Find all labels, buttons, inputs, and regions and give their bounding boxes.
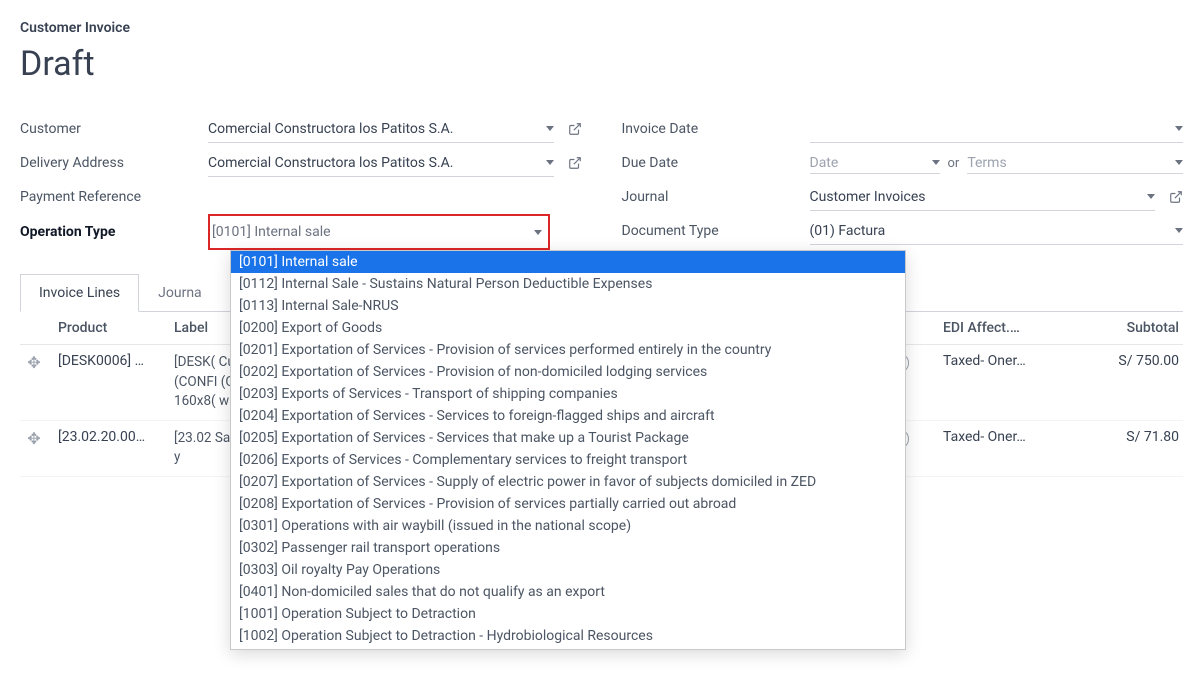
dropdown-option[interactable]: [0303] Oil royalty Pay Operations <box>231 559 905 581</box>
dropdown-option[interactable]: [0101] Internal sale <box>231 251 905 273</box>
cell-product[interactable]: [DESK0006] … <box>58 353 168 369</box>
cell-edi[interactable]: Taxed- Oner… <box>943 353 1063 369</box>
due-date-label: Due Date <box>622 155 802 171</box>
operation-type-value: [0101] Internal sale <box>212 224 524 240</box>
journal-label: Journal <box>622 189 802 205</box>
dropdown-option[interactable]: [0401] Non-domiciled sales that do not q… <box>231 581 905 603</box>
breadcrumb: Customer Invoice <box>20 20 1183 36</box>
customer-field[interactable]: Comercial Constructora los Patitos S.A. <box>208 115 554 143</box>
dropdown-option[interactable]: [0112] Internal Sale - Sustains Natural … <box>231 273 905 295</box>
tab-journal-items[interactable]: Journa <box>139 274 221 312</box>
th-product: Product <box>58 320 168 336</box>
th-subtotal: Subtotal <box>1069 320 1179 336</box>
due-date-date-placeholder: Date <box>810 155 928 171</box>
dropdown-option[interactable]: [0302] Passenger rail transport operatio… <box>231 537 905 559</box>
operation-type-field[interactable]: [0101] Internal sale <box>212 218 542 246</box>
document-type-field[interactable]: (01) Factura <box>810 217 1184 245</box>
dropdown-option[interactable]: [0202] Exportation of Services - Provisi… <box>231 361 905 383</box>
dropdown-option[interactable]: [0205] Exportation of Services - Service… <box>231 427 905 449</box>
delivery-address-label: Delivery Address <box>20 155 200 171</box>
chevron-down-icon[interactable] <box>546 126 554 131</box>
chevron-down-icon[interactable] <box>546 160 554 165</box>
cell-subtotal: S/ 750.00 <box>1069 353 1179 369</box>
invoice-date-label: Invoice Date <box>622 121 802 137</box>
customer-value: Comercial Constructora los Patitos S.A. <box>208 121 536 137</box>
cell-subtotal: S/ 71.80 <box>1069 429 1179 445</box>
dropdown-option[interactable]: [0206] Exports of Services - Complementa… <box>231 449 905 471</box>
payment-reference-field[interactable] <box>208 183 582 211</box>
tab-invoice-lines[interactable]: Invoice Lines <box>20 274 139 312</box>
operation-type-dropdown[interactable]: [0101] Internal sale[0112] Internal Sale… <box>230 250 906 650</box>
chevron-down-icon[interactable] <box>1175 228 1183 233</box>
invoice-date-field[interactable] <box>810 115 1184 143</box>
journal-field[interactable]: Customer Invoices <box>810 183 1156 211</box>
drag-handle-icon[interactable]: ✥ <box>24 429 44 448</box>
chevron-down-icon[interactable] <box>1175 160 1183 165</box>
dropdown-option[interactable]: [1001] Operation Subject to Detraction <box>231 603 905 625</box>
operation-type-label: Operation Type <box>20 224 200 240</box>
document-type-label: Document Type <box>622 223 802 239</box>
cell-edi[interactable]: Taxed- Oner… <box>943 429 1063 445</box>
external-link-icon[interactable] <box>568 122 582 136</box>
external-link-icon[interactable] <box>568 156 582 170</box>
dropdown-option[interactable]: [0113] Internal Sale-NRUS <box>231 295 905 317</box>
delivery-address-field[interactable]: Comercial Constructora los Patitos S.A. <box>208 149 554 177</box>
journal-value: Customer Invoices <box>810 189 1138 205</box>
dropdown-option[interactable]: [0201] Exportation of Services - Provisi… <box>231 339 905 361</box>
chevron-down-icon[interactable] <box>1175 126 1183 131</box>
external-link-icon[interactable] <box>1169 190 1183 204</box>
due-date-terms-field[interactable]: Terms <box>967 153 1183 174</box>
chevron-down-icon[interactable] <box>932 160 940 165</box>
due-date-or: or <box>948 156 960 171</box>
chevron-down-icon[interactable] <box>1147 194 1155 199</box>
dropdown-option[interactable]: [0208] Exportation of Services - Provisi… <box>231 493 905 515</box>
th-edi: EDI Affect.… <box>943 320 1063 336</box>
payment-reference-label: Payment Reference <box>20 189 200 205</box>
document-type-value: (01) Factura <box>810 223 1166 239</box>
due-date-terms-placeholder: Terms <box>967 155 1171 171</box>
delivery-address-value: Comercial Constructora los Patitos S.A. <box>208 155 536 171</box>
dropdown-option[interactable]: [0203] Exports of Services - Transport o… <box>231 383 905 405</box>
dropdown-option[interactable]: [0200] Export of Goods <box>231 317 905 339</box>
chevron-down-icon[interactable] <box>534 230 542 235</box>
dropdown-option[interactable]: [0204] Exportation of Services - Service… <box>231 405 905 427</box>
due-date-date-field[interactable]: Date <box>810 153 940 174</box>
page-title: Draft <box>20 44 1183 84</box>
dropdown-option[interactable]: [1002] Operation Subject to Detraction -… <box>231 625 905 647</box>
drag-handle-icon[interactable]: ✥ <box>24 353 44 372</box>
cell-product[interactable]: [23.02.20.00… <box>58 429 168 445</box>
dropdown-option[interactable]: [0301] Operations with air waybill (issu… <box>231 515 905 537</box>
dropdown-option[interactable]: [1003] Operation Subject to Drawdown - P… <box>231 647 905 650</box>
dropdown-option[interactable]: [0207] Exportation of Services - Supply … <box>231 471 905 493</box>
customer-label: Customer <box>20 121 200 137</box>
